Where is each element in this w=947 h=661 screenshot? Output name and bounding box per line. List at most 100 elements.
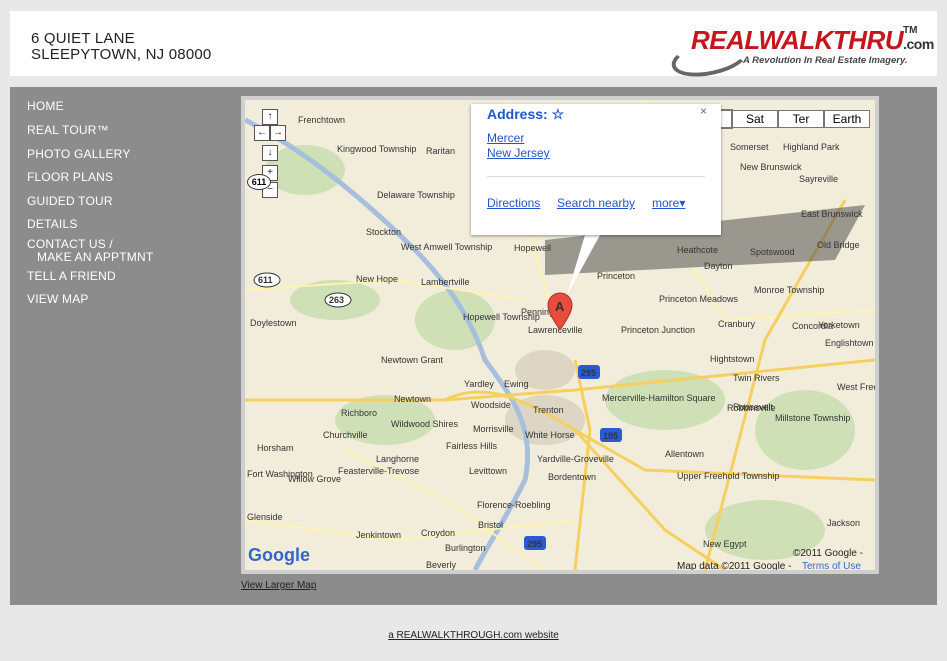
label-morrisville: Morrisville <box>473 424 514 434</box>
label-croydon: Croydon <box>421 528 455 538</box>
nav-make-appointment[interactable]: MAKE AN APPTMNT <box>37 251 153 263</box>
label-sayreville: Sayreville <box>799 174 838 184</box>
marker-label: A <box>555 299 565 314</box>
label-stockton: Stockton <box>366 227 401 237</box>
infowindow-state-link[interactable]: New Jersey <box>487 146 550 160</box>
label-new-brunswick: New Brunswick <box>740 162 802 172</box>
pan-left-control[interactable]: ← <box>254 125 270 141</box>
label-englishtown: Englishtown <box>825 338 874 348</box>
nav-floor-plans[interactable]: FLOOR PLANS <box>27 171 113 183</box>
nav-contact-us[interactable]: CONTACT US / <box>27 238 113 250</box>
infowindow-county-link[interactable]: Mercer <box>487 131 524 145</box>
search-nearby-link[interactable]: Search nearby <box>557 196 635 210</box>
infowindow-divider <box>487 176 705 177</box>
nav-guided-tour[interactable]: GUIDED TOUR <box>27 195 113 207</box>
nav-tell-a-friend[interactable]: TELL A FRIEND <box>27 270 116 282</box>
i295-shield-south: 295 <box>527 539 542 549</box>
label-horsham: Horsham <box>257 443 294 453</box>
label-yorketown: Yorketown <box>818 320 860 330</box>
pan-right-control[interactable]: → <box>270 125 286 141</box>
label-fort-washington: Fort Washington <box>247 469 313 479</box>
label-roosevelt: Roosevelt <box>733 402 774 412</box>
route-611-shield: 611 <box>258 275 273 285</box>
map-type-ter-button[interactable]: Ter <box>778 110 824 128</box>
address-line-2: SLEEPYTOWN, NJ 08000 <box>31 46 212 63</box>
label-heathcote: Heathcote <box>677 245 718 255</box>
label-white-horse: White Horse <box>525 430 575 440</box>
pan-up-control[interactable]: ↑ <box>262 109 278 125</box>
label-ewing: Ewing <box>504 379 529 389</box>
label-burlington: Burlington <box>445 543 486 553</box>
pan-down-control[interactable]: ↓ <box>262 145 278 161</box>
label-new-egypt: New Egypt <box>703 539 747 549</box>
label-allentown: Allentown <box>665 449 704 459</box>
map-data-attribution: Map data ©2011 Google - <box>677 561 792 570</box>
realwalkthru-logo[interactable]: REALWALKTHRU.com TM A Revolution In Real… <box>668 21 934 83</box>
label-old-bridge: Old Bridge <box>817 240 860 250</box>
label-monroe: Monroe Township <box>754 285 824 295</box>
label-glenside: Glenside <box>247 512 283 522</box>
label-bordentown: Bordentown <box>548 472 596 482</box>
label-jenkintown: Jenkintown <box>356 530 401 540</box>
label-highland-park: Highland Park <box>783 142 840 152</box>
label-millstone: Millstone Township <box>775 413 850 423</box>
nav-home[interactable]: HOME <box>27 100 64 112</box>
label-wildwood: Wildwood Shires <box>391 419 459 429</box>
label-lawrenceville: Lawrenceville <box>528 325 583 335</box>
label-levittown: Levittown <box>469 466 507 476</box>
label-dayton: Dayton <box>704 261 733 271</box>
label-langhorne: Langhorne <box>376 454 419 464</box>
label-delaware: Delaware Township <box>377 190 455 200</box>
label-hopewell: Hopewell <box>514 243 551 253</box>
route-611-shield-top: 611 <box>247 174 271 190</box>
label-west-amwell: West Amwell Township <box>401 242 492 252</box>
map-infowindow: Address: ☆ × Mercer New Jersey Direction… <box>471 104 721 235</box>
google-logo[interactable]: Google <box>248 545 310 566</box>
i295-shield: 295 <box>581 368 596 378</box>
directions-link[interactable]: Directions <box>487 196 540 210</box>
footer-credit-link[interactable]: a REALWALKTHROUGH.com website <box>0 630 947 641</box>
main-panel: HOME REAL TOUR™ PHOTO GALLERY FLOOR PLAN… <box>10 87 937 605</box>
label-newtown: Newtown <box>394 394 431 404</box>
label-fairless-hills: Fairless Hills <box>446 441 498 451</box>
nav-photo-gallery[interactable]: PHOTO GALLERY <box>27 148 131 160</box>
nav-details[interactable]: DETAILS <box>27 218 78 230</box>
label-kingwood: Kingwood Township <box>337 144 416 154</box>
view-larger-map-link[interactable]: View Larger Map <box>241 580 316 591</box>
route-263-shield: 263 <box>329 295 344 305</box>
map-type-earth-button[interactable]: Earth <box>824 110 870 128</box>
star-icon[interactable]: ☆ <box>552 106 565 122</box>
i195-shield: 195 <box>603 431 618 441</box>
terms-of-use-link[interactable]: Terms of Use <box>802 561 861 570</box>
label-florence: Florence-Roebling <box>477 500 551 510</box>
label-feasterville: Feasterville-Trevose <box>338 466 419 476</box>
label-new-hope: New Hope <box>356 274 398 284</box>
more-link[interactable]: more▾ <box>652 196 685 210</box>
label-raritan: Raritan <box>426 146 455 156</box>
label-hightstown: Hightstown <box>710 354 755 364</box>
logo-trademark: TM <box>903 25 918 36</box>
map-copyright: ©2011 Google - <box>793 548 864 559</box>
nav-view-map[interactable]: VIEW MAP <box>27 293 89 305</box>
label-beverly: Beverly <box>426 560 457 570</box>
header: 6 QUIET LANE SLEEPYTOWN, NJ 08000 REALWA… <box>10 11 937 83</box>
label-jackson: Jackson <box>827 518 860 528</box>
close-icon[interactable]: × <box>700 104 707 118</box>
google-map-frame: Frenchtown Kingwood Township Raritan Del… <box>241 96 879 574</box>
label-princeton: Princeton <box>597 271 635 281</box>
infowindow-title: Address: ☆ <box>487 106 565 122</box>
address-line-1: 6 QUIET LANE <box>31 30 135 47</box>
label-somerset: Somerset <box>730 142 769 152</box>
map-type-sat-button[interactable]: Sat <box>732 110 778 128</box>
label-yardley: Yardley <box>464 379 494 389</box>
logo-brand: REALWALKTHRU.com <box>691 25 934 55</box>
label-west-freehold: West Freehold <box>837 382 875 392</box>
logo-tagline: A Revolution In Real Estate Imagery. <box>743 55 908 66</box>
label-frenchtown: Frenchtown <box>298 115 345 125</box>
nav-real-tour[interactable]: REAL TOUR™ <box>27 124 109 136</box>
label-east-brunswick: East Brunswick <box>801 209 863 219</box>
label-woodside: Woodside <box>471 400 511 410</box>
label-doylestown: Doylestown <box>250 318 297 328</box>
map-canvas[interactable]: Frenchtown Kingwood Township Raritan Del… <box>245 100 875 570</box>
label-upper-freehold: Upper Freehold Township <box>677 471 779 481</box>
